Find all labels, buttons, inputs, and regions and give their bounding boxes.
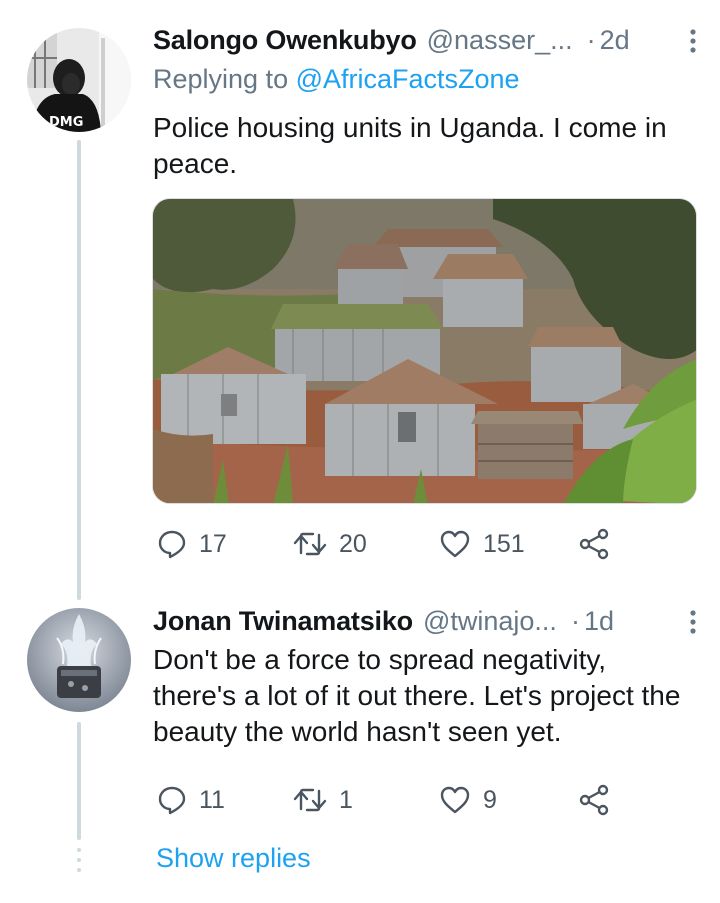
like-count: 9 [483,785,497,814]
username-handle[interactable]: @nasser_... [427,25,573,56]
replying-to-label: Replying to [153,64,296,94]
like-button[interactable]: 9 [439,778,497,822]
retweet-button[interactable]: 1 [293,778,353,822]
separator-dot: · [570,605,580,636]
reply-button[interactable]: 17 [157,522,227,566]
like-button[interactable]: 151 [439,522,525,566]
reply-button[interactable]: 11 [157,778,225,822]
like-count: 151 [483,529,525,558]
avatar-image [27,608,131,712]
more-vertical-icon[interactable] [688,609,698,635]
retweet-count: 20 [339,529,367,558]
reply-count: 17 [199,529,227,558]
timestamp[interactable]: 2d [600,25,630,56]
retweet-icon [293,788,327,812]
tweet-text: Don't be a force to spread negativity, t… [153,644,681,747]
retweet-button[interactable]: 20 [293,522,367,566]
reply-count: 11 [199,785,225,814]
tweet-photo[interactable] [152,198,697,504]
display-name[interactable]: Salongo Owenkubyo [153,25,417,56]
avatar[interactable]: DMG [27,28,131,132]
heart-icon [440,786,470,814]
avatar-image: DMG [27,28,131,132]
share-button[interactable] [578,778,610,822]
tweet-actions: 11 1 9 [153,778,620,822]
show-replies-link[interactable]: Show replies [156,843,311,874]
share-icon [579,528,609,560]
avatar-logo-text: DMG [49,115,83,130]
mention-link[interactable]: @AfricaFactsZone [296,64,520,94]
separator-dot: · [586,24,596,55]
share-icon [579,784,609,816]
retweet-count: 1 [339,785,353,814]
speech-bubble-icon [158,530,186,559]
tweet-actions: 17 20 151 [153,522,620,566]
username-handle[interactable]: @twinajo... [423,606,557,637]
retweet-icon [293,532,327,556]
avatar[interactable] [27,608,131,712]
replying-to: Replying to @AfricaFactsZone [153,64,520,95]
tweet-header: Jonan Twinamatsiko @twinajo... · 1d [153,603,698,639]
tweet[interactable]: Jonan Twinamatsiko @twinajo... · 1d Don'… [0,590,720,830]
tweet-text: Police housing units in Uganda. I come i… [153,112,667,179]
speech-bubble-icon [158,786,186,815]
thread-continuation-dots-icon [77,846,81,874]
timestamp[interactable]: 1d [584,606,614,637]
tweet[interactable]: DMG Salongo Owenkubyo @nasser_... · 2d R… [0,0,720,590]
photo-police-housing [153,199,696,503]
display-name[interactable]: Jonan Twinamatsiko [153,606,413,637]
more-vertical-icon[interactable] [688,28,698,54]
share-button[interactable] [578,522,610,566]
tweet-header: Salongo Owenkubyo @nasser_... · 2d [153,22,698,58]
heart-icon [440,530,470,558]
